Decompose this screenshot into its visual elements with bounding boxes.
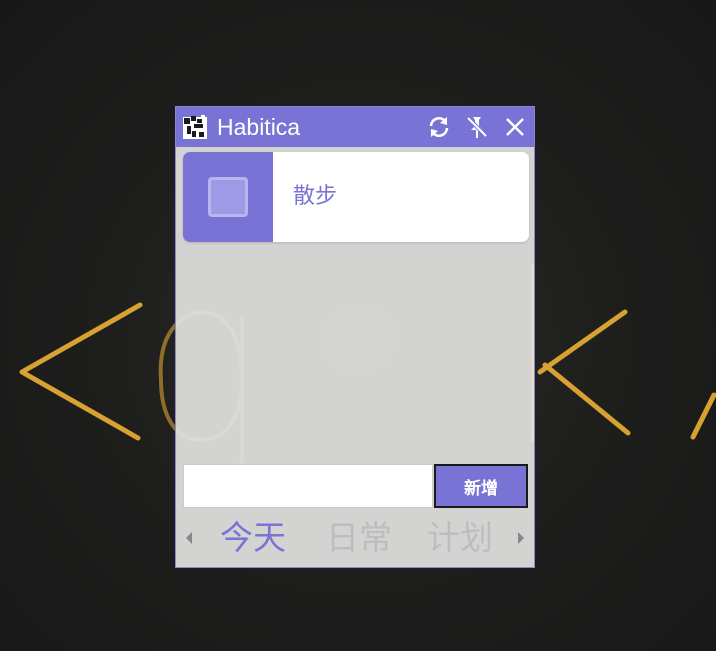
tab-todos[interactable]: 计划	[427, 516, 493, 560]
sync-button[interactable]	[426, 114, 452, 140]
habitica-widget-window: Habitica 散步 新增 今天 日常 计划	[175, 106, 535, 568]
tab-today[interactable]: 今天	[220, 516, 286, 560]
close-icon	[506, 118, 524, 136]
add-task-button[interactable]: 新增	[434, 464, 528, 508]
unpin-button[interactable]	[464, 114, 490, 140]
caret-left-icon	[186, 532, 192, 544]
app-title: Habitica	[217, 114, 301, 140]
task-checkbox[interactable]	[208, 177, 248, 217]
previous-tab-button[interactable]	[183, 526, 195, 550]
habitica-gryphon-icon	[183, 115, 207, 139]
task-label: 散步	[293, 184, 338, 209]
task-checkbox-area[interactable]	[183, 152, 273, 242]
sync-icon	[429, 117, 449, 137]
unpin-icon	[466, 116, 488, 138]
tab-dailies[interactable]: 日常	[326, 516, 392, 560]
caret-right-icon	[518, 532, 524, 544]
next-tab-button[interactable]	[515, 526, 527, 550]
close-button[interactable]	[502, 114, 528, 140]
task-item[interactable]: 散步	[183, 152, 529, 242]
new-task-input[interactable]	[183, 464, 433, 508]
title-bar[interactable]: Habitica	[176, 107, 534, 147]
